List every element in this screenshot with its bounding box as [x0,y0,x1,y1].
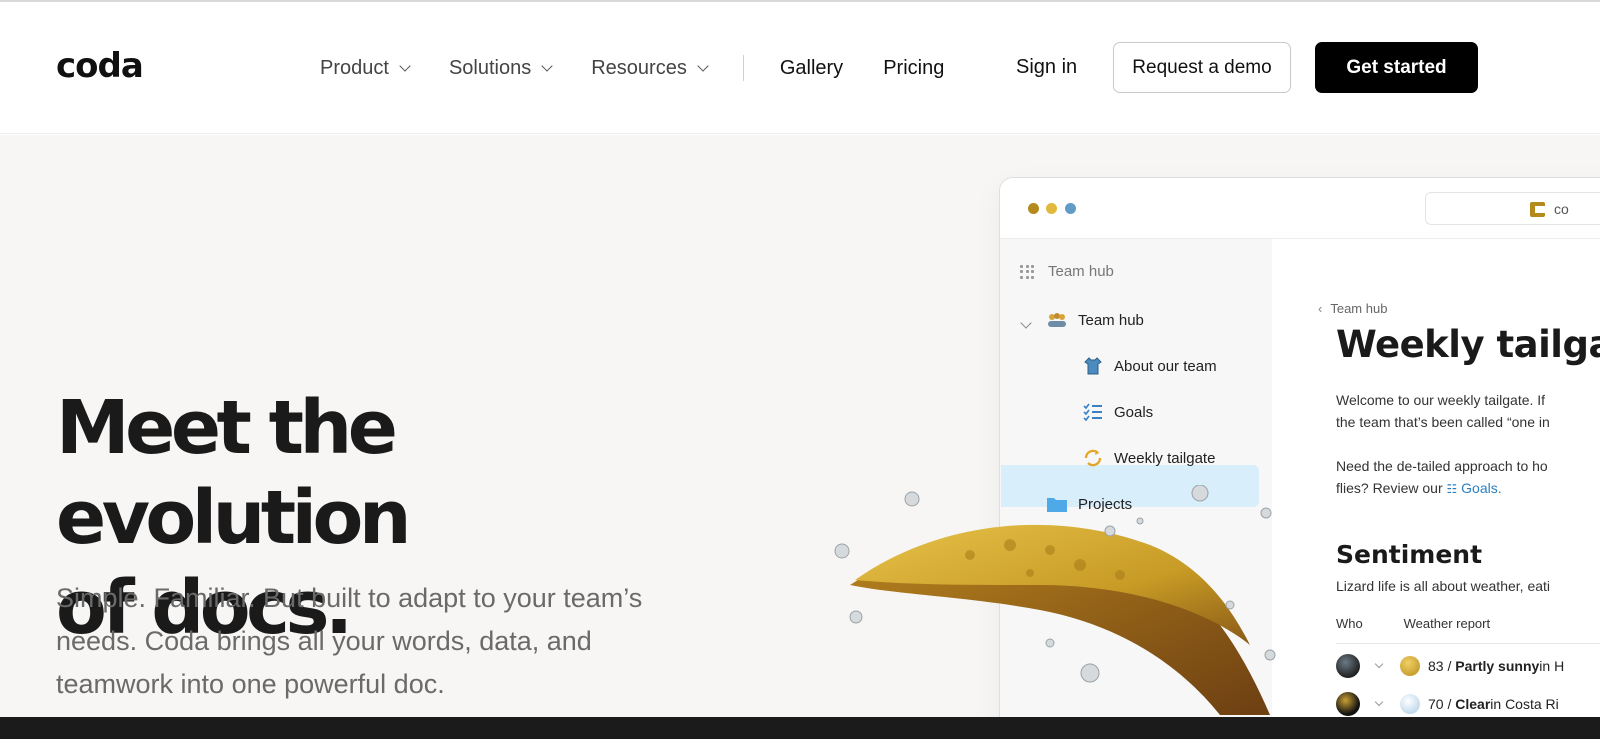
nav-gallery-link[interactable]: Gallery [780,57,843,80]
weather-value: 83 [1428,658,1444,674]
chevron-down-icon[interactable] [1374,659,1384,669]
table-row[interactable]: 83 / Partly sunny in H [1336,647,1600,685]
sidebar-item-weekly-tailgate[interactable]: Weekly tailgate [1082,438,1215,478]
doc-goals-line-2: flies? Review our [1336,480,1443,496]
nav-product-menu[interactable]: Product [320,56,411,80]
avatar [1336,692,1360,716]
chevron-down-icon [399,59,411,72]
site-header: coda Product Solutions Resources Gallery… [0,2,1600,134]
weather-location: in Costa Ri [1490,696,1559,712]
table-divider [1336,643,1600,644]
weather-condition: Clear [1455,696,1491,712]
sidebar-item-about-our-team[interactable]: About our team [1082,346,1217,386]
coda-logo[interactable]: coda [56,46,144,86]
table-row[interactable]: 70 / Clear in Costa Ri [1336,685,1600,720]
sidebar-item-label: Team hub [1078,311,1144,329]
doc-title: Weekly tailgat [1336,323,1600,366]
request-demo-button[interactable]: Request a demo [1113,42,1291,93]
hero-headline-line-1: Meet the evolution [56,385,412,561]
nav-resources-label: Resources [591,56,687,79]
sign-in-link[interactable]: Sign in [1016,56,1077,79]
avatar [1336,654,1360,678]
sidebar-item-label: Weekly tailgate [1114,449,1216,467]
clear-sky-icon [1400,694,1420,714]
nav-solutions-menu[interactable]: Solutions [448,56,553,80]
nav-product-label: Product [320,56,389,79]
doc-goals-line-1: Need the de-tailed approach to ho [1336,458,1548,474]
column-header-who: Who [1336,616,1363,631]
grid-icon [1020,264,1034,279]
address-bar: co [1425,192,1600,225]
window-dot-icon [1028,203,1039,214]
doc-goals-paragraph: Need the de-tailed approach to ho flies?… [1336,455,1600,500]
column-header-weather: Weather report [1403,616,1491,631]
people-icon [1046,309,1068,331]
goals-link[interactable]: ☷ Goals. [1447,480,1502,496]
coda-favicon-icon [1530,202,1545,217]
sidebar-item-label: About our team [1114,357,1217,375]
decorative-leaf-illustration [834,485,1276,715]
weather-condition: Partly sunny [1455,658,1540,674]
sentiment-text: Lizard life is all about weather, eati [1336,578,1551,594]
sidebar-header: Team hub [1020,263,1114,280]
doc-intro-line-2: the team that’s been called “one in [1336,414,1550,430]
sentiment-heading: Sentiment [1336,540,1483,569]
doc-content: Team hub Weekly tailgat Welcome to our w… [1272,239,1600,720]
doc-intro-paragraph: Welcome to our weekly tailgate. If the t… [1336,389,1600,433]
get-started-button[interactable]: Get started [1315,42,1478,93]
weather-value: 70 [1428,696,1444,712]
checklist-icon: ☷ [1446,482,1458,496]
window-dot-icon [1046,203,1057,214]
nav-pricing-link[interactable]: Pricing [883,57,944,80]
table-header: Who Weather report [1336,616,1490,631]
shirt-icon [1082,355,1104,377]
chevron-down-icon [1020,317,1032,329]
app-window-bar: co [1000,178,1600,239]
hero-subtext: Simple. Familiar. But built to adapt to … [56,583,643,699]
nav-divider [742,55,744,81]
weather-location: in H [1539,658,1565,674]
address-text: co [1554,201,1569,217]
hero-section: Meet the evolution of docs. Simple. Fami… [0,135,1600,720]
refresh-icon [1082,447,1104,469]
goals-link-label: Goals. [1461,480,1502,496]
chevron-down-icon [541,59,553,72]
nav-resources-menu[interactable]: Resources [591,56,709,80]
window-dot-icon [1065,203,1076,214]
sidebar-item-team-hub[interactable]: Team hub [1046,300,1144,340]
sidebar-item-label: Goals [1114,403,1154,421]
nav-solutions-label: Solutions [448,56,532,79]
sidebar-item-goals[interactable]: Goals [1082,392,1153,432]
partly-sunny-icon [1400,656,1420,676]
bottom-edge-bar [0,717,1600,739]
doc-breadcrumb[interactable]: Team hub [1318,301,1387,316]
chevron-down-icon [697,59,709,72]
main-nav: Product Solutions Resources Gallery Pric… [320,52,984,84]
checklist-icon [1082,401,1104,423]
doc-intro-line-1: Welcome to our weekly tailgate. If [1336,392,1546,408]
chevron-down-icon[interactable] [1374,697,1384,707]
sidebar-header-label: Team hub [1048,263,1114,280]
